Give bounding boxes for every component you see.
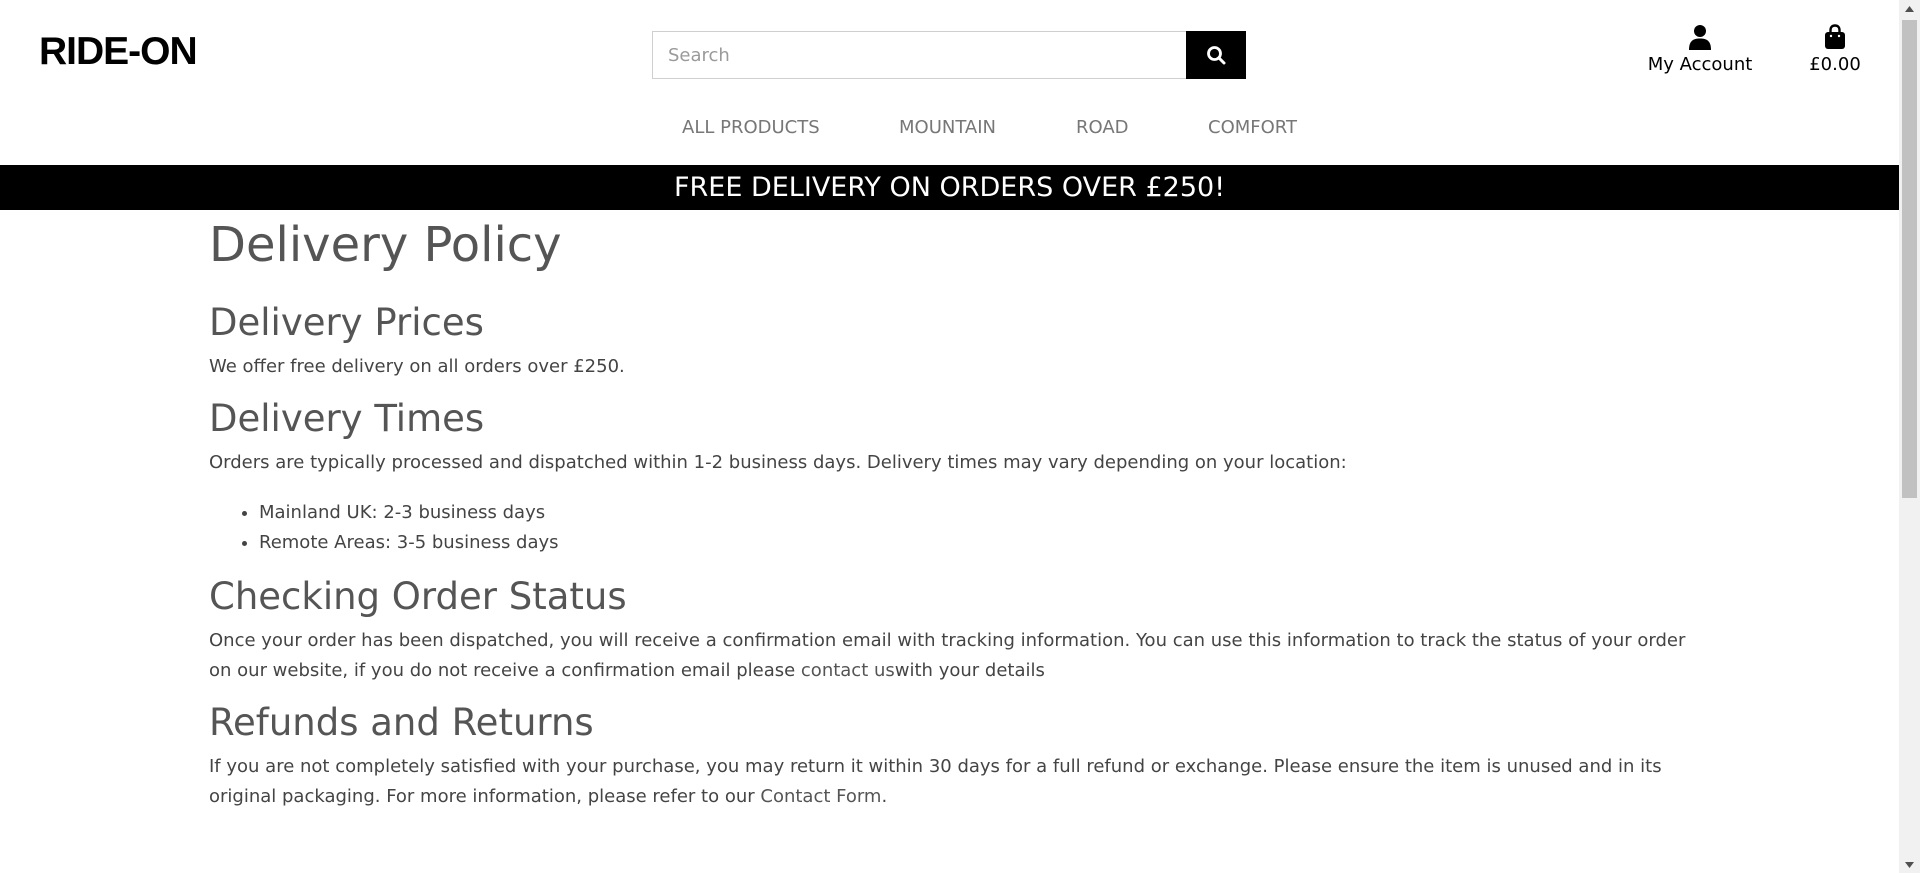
free-delivery-banner: FREE DELIVERY ON ORDERS OVER £250! (0, 165, 1899, 210)
my-account-label: My Account (1647, 54, 1753, 75)
order-status-text: Once your order has been dispatched, you… (209, 626, 1689, 686)
nav-comfort[interactable]: COMFORT (1208, 117, 1297, 138)
shopping-bag-link[interactable]: £0.00 (1800, 24, 1870, 75)
search-form (652, 31, 1246, 79)
delivery-prices-text: We offer free delivery on all orders ove… (209, 356, 625, 377)
section-heading-delivery-times: Delivery Times (209, 397, 485, 440)
refunds-text-before: If you are not completely satisfied with… (209, 756, 1662, 807)
delivery-times-text: Orders are typically processed and dispa… (209, 452, 1347, 473)
nav-road[interactable]: ROAD (1076, 117, 1129, 138)
scroll-up-arrow[interactable] (1899, 0, 1920, 17)
nav-mountain[interactable]: MOUNTAIN (899, 117, 996, 138)
scrollbar-thumb[interactable] (1902, 20, 1917, 498)
delivery-policy-content: Delivery Policy Delivery Prices We offer… (209, 210, 1689, 812)
list-item: Mainland UK: 2-3 business days (259, 498, 1689, 528)
my-account-link[interactable]: My Account (1640, 24, 1760, 75)
section-heading-checking-order-status: Checking Order Status (209, 575, 627, 618)
bag-total: £0.00 (1809, 54, 1861, 75)
order-status-text-after: with your details (894, 660, 1045, 681)
page-title: Delivery Policy (209, 217, 562, 273)
search-icon (1207, 46, 1226, 65)
page-viewport: RIDE-ON My Account £0.00 ALL PRODUCTS MO… (0, 0, 1899, 873)
vertical-scrollbar[interactable] (1899, 0, 1920, 873)
refunds-text: If you are not completely satisfied with… (209, 752, 1689, 812)
shopping-bag-icon (1825, 24, 1845, 49)
refunds-text-after: . (881, 786, 888, 807)
contact-us-link[interactable]: contact us (801, 660, 895, 681)
search-input[interactable] (652, 31, 1186, 79)
main-nav: ALL PRODUCTS MOUNTAIN ROAD COMFORT (0, 117, 1899, 143)
user-icon (1689, 25, 1711, 50)
contact-form-link[interactable]: Contact Form (760, 786, 881, 807)
nav-all-products[interactable]: ALL PRODUCTS (682, 117, 820, 138)
scroll-down-arrow[interactable] (1899, 856, 1920, 873)
search-button[interactable] (1186, 31, 1246, 79)
site-logo[interactable]: RIDE-ON (39, 30, 198, 74)
delivery-times-list: Mainland UK: 2-3 business days Remote Ar… (209, 498, 1689, 558)
section-heading-refunds-and-returns: Refunds and Returns (209, 701, 594, 744)
section-heading-delivery-prices: Delivery Prices (209, 301, 484, 344)
list-item: Remote Areas: 3-5 business days (259, 528, 1689, 558)
